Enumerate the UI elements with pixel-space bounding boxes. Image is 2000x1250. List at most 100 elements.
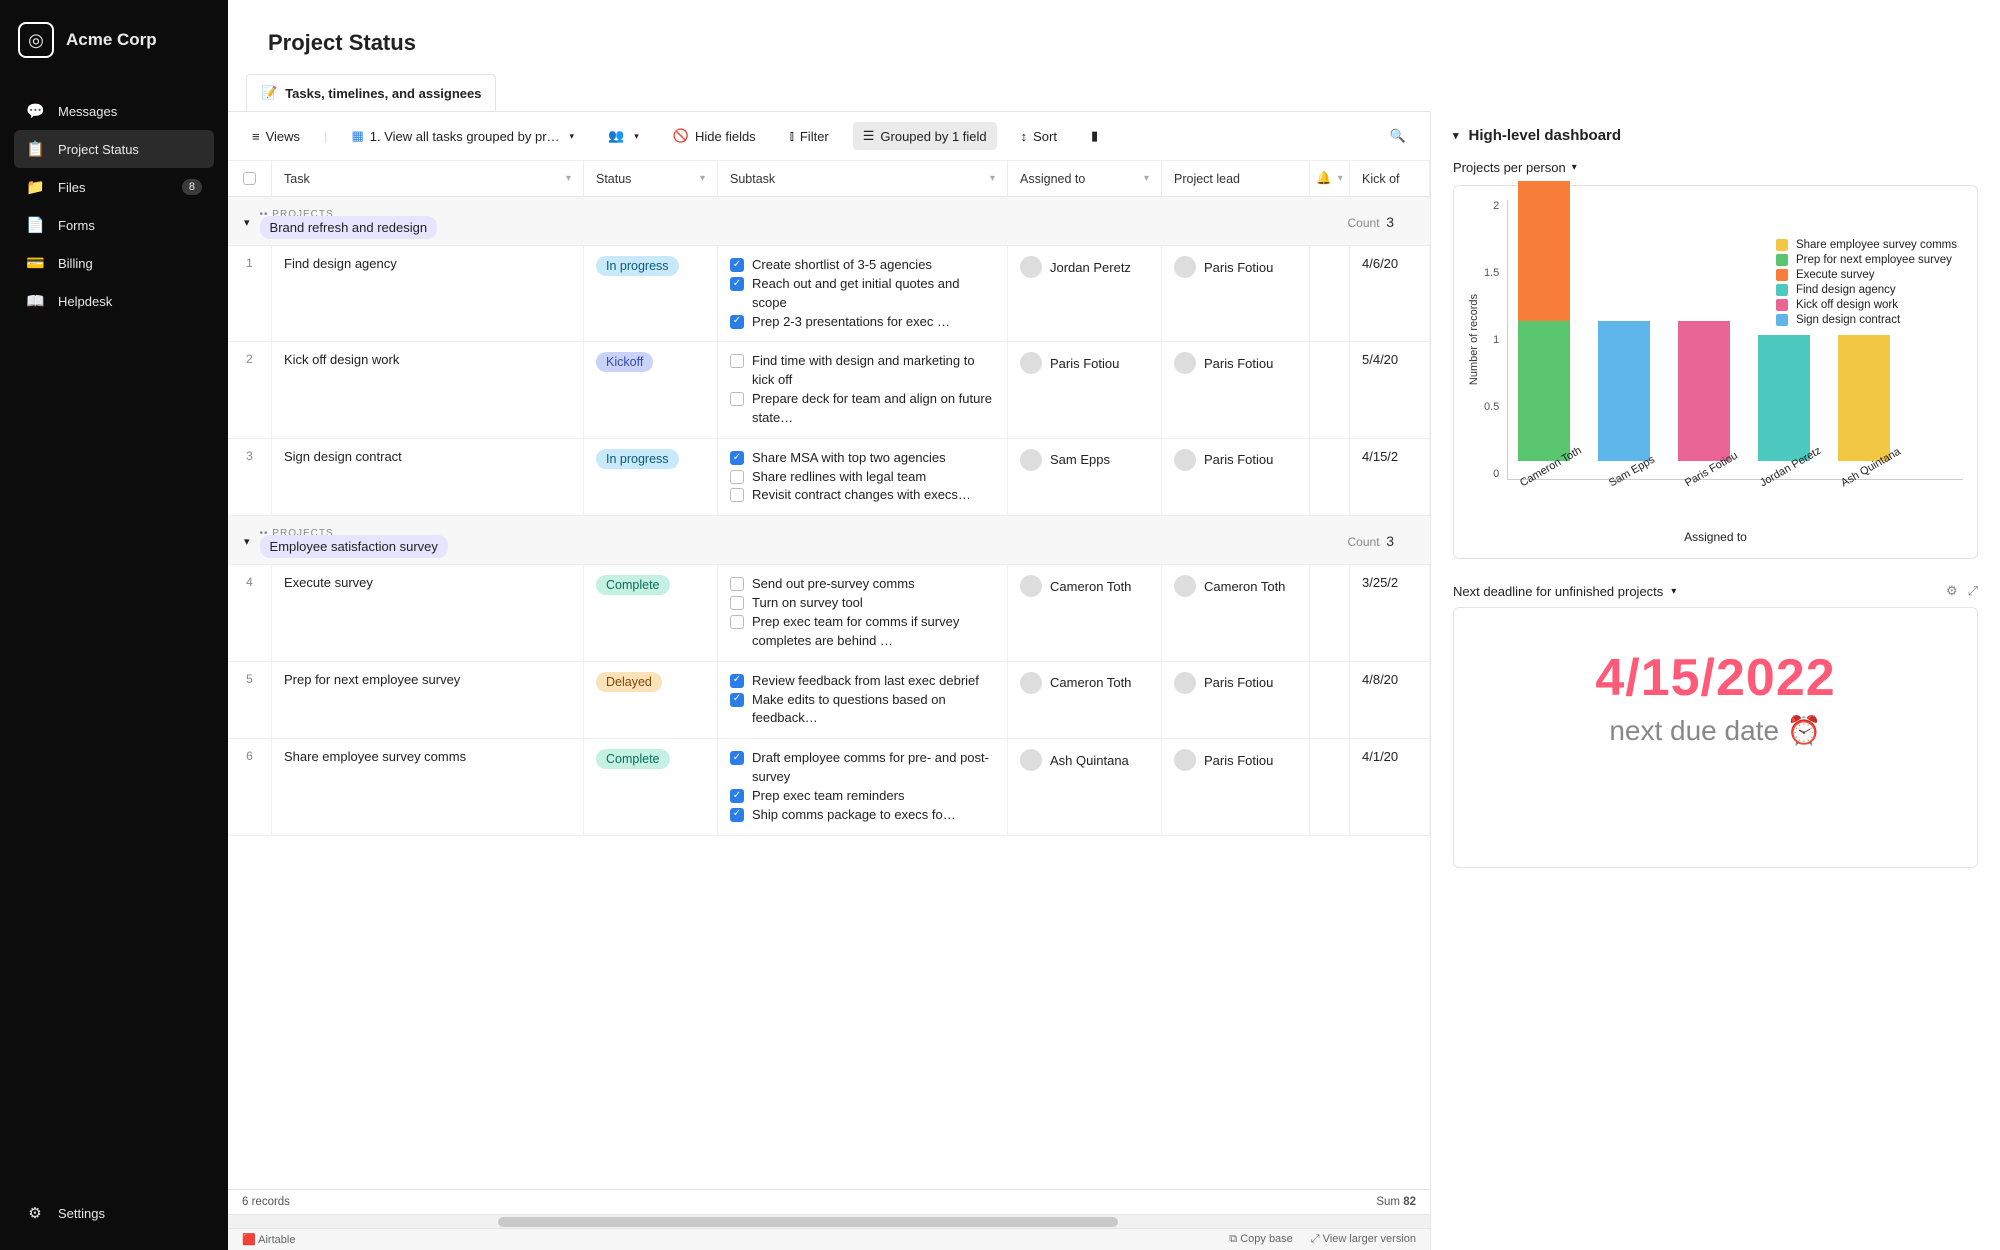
legend-item[interactable]: Execute survey [1776, 269, 1957, 281]
checkbox-icon[interactable] [730, 354, 744, 368]
checkbox-icon[interactable]: ✓ [730, 674, 744, 688]
subtask[interactable]: ✓Prep exec team reminders [730, 787, 995, 806]
assigned-cell[interactable]: Cameron Toth [1008, 662, 1162, 739]
gear-icon[interactable]: ⚙ [1946, 583, 1958, 599]
notify-cell[interactable] [1310, 342, 1350, 437]
airtable-logo[interactable]: 🟥 Airtable [242, 1233, 295, 1246]
subtask-cell[interactable]: ✓Review feedback from last exec debrief✓… [718, 662, 1008, 739]
lead-cell[interactable]: Paris Fotiou [1162, 662, 1310, 739]
column-lead[interactable]: Project lead [1162, 161, 1310, 196]
checkbox-icon[interactable]: ✓ [730, 451, 744, 465]
subtask[interactable]: ✓Reach out and get initial quotes and sc… [730, 275, 995, 313]
task-cell[interactable]: Find design agency [272, 246, 584, 341]
subtask-cell[interactable]: Find time with design and marketing to k… [718, 342, 1008, 437]
notify-cell[interactable] [1310, 662, 1350, 739]
status-cell[interactable]: Kickoff [584, 342, 718, 437]
date-cell[interactable]: 3/25/2 [1350, 565, 1430, 660]
column-assigned[interactable]: Assigned to▾ [1008, 161, 1162, 196]
collapse-icon[interactable]: ▾ [244, 216, 250, 229]
checkbox-icon[interactable] [730, 577, 744, 591]
column-notify[interactable]: 🔔▾ [1310, 161, 1350, 196]
subtask[interactable]: Prep exec team for comms if survey compl… [730, 613, 995, 651]
date-cell[interactable]: 5/4/20 [1350, 342, 1430, 437]
checkbox-icon[interactable] [730, 596, 744, 610]
checkbox-icon[interactable]: ✓ [730, 808, 744, 822]
settings-nav[interactable]: ⚙ Settings [14, 1194, 214, 1232]
grouped-by-button[interactable]: ☰Grouped by 1 field [853, 122, 997, 150]
people-button[interactable]: 👥▾ [598, 122, 649, 150]
table-row[interactable]: 1 Find design agency In progress ✓Create… [228, 246, 1430, 342]
status-cell[interactable]: Complete [584, 739, 718, 834]
table-row[interactable]: 2 Kick off design work Kickoff Find time… [228, 342, 1430, 438]
subtask[interactable]: Share redlines with legal team [730, 468, 995, 487]
legend-item[interactable]: Prep for next employee survey [1776, 254, 1957, 266]
notify-cell[interactable] [1310, 246, 1350, 341]
subtab-tasks[interactable]: 📝 Tasks, timelines, and assignees [246, 74, 496, 111]
assigned-cell[interactable]: Sam Epps [1008, 439, 1162, 516]
subtask[interactable]: Turn on survey tool [730, 594, 995, 613]
checkbox-icon[interactable]: ✓ [730, 751, 744, 765]
deadline-title[interactable]: Next deadline for unfinished projects [1453, 584, 1663, 599]
nav-item-helpdesk[interactable]: 📖Helpdesk [14, 282, 214, 320]
enlarge-button[interactable]: ⤢ View larger version [1311, 1233, 1416, 1246]
subtask[interactable]: ✓Review feedback from last exec debrief [730, 672, 995, 691]
status-cell[interactable]: Complete [584, 565, 718, 660]
row-number[interactable]: 6 [228, 739, 272, 834]
checkbox-icon[interactable]: ✓ [730, 277, 744, 291]
table-row[interactable]: 4 Execute survey Complete Send out pre-s… [228, 565, 1430, 661]
subtask[interactable]: Send out pre-survey comms [730, 575, 995, 594]
table-row[interactable]: 5 Prep for next employee survey Delayed … [228, 662, 1430, 740]
collapse-icon[interactable]: ▾ [244, 535, 250, 548]
color-button[interactable]: ▮ [1081, 122, 1108, 150]
subtask-cell[interactable]: ✓Share MSA with top two agenciesShare re… [718, 439, 1008, 516]
checkbox-icon[interactable] [730, 470, 744, 484]
column-task[interactable]: Task▾ [272, 161, 584, 196]
subtask[interactable]: ✓Draft employee comms for pre- and post-… [730, 749, 995, 787]
legend-item[interactable]: Kick off design work [1776, 299, 1957, 311]
row-number[interactable]: 5 [228, 662, 272, 739]
subtask[interactable]: Revisit contract changes with execs… [730, 486, 995, 505]
assigned-cell[interactable]: Cameron Toth [1008, 565, 1162, 660]
horizontal-scrollbar[interactable] [228, 1214, 1430, 1228]
brand[interactable]: ◎ Acme Corp [14, 18, 214, 62]
assigned-cell[interactable]: Ash Quintana [1008, 739, 1162, 834]
assigned-cell[interactable]: Paris Fotiou [1008, 342, 1162, 437]
notify-cell[interactable] [1310, 439, 1350, 516]
subtask-cell[interactable]: ✓Create shortlist of 3-5 agencies✓Reach … [718, 246, 1008, 341]
date-cell[interactable]: 4/15/2 [1350, 439, 1430, 516]
task-cell[interactable]: Prep for next employee survey [272, 662, 584, 739]
status-cell[interactable]: In progress [584, 246, 718, 341]
task-cell[interactable]: Sign design contract [272, 439, 584, 516]
view-selector[interactable]: ▦1. View all tasks grouped by pr…▾ [341, 122, 584, 150]
assigned-cell[interactable]: Jordan Peretz [1008, 246, 1162, 341]
lead-cell[interactable]: Cameron Toth [1162, 565, 1310, 660]
checkbox-icon[interactable]: ✓ [730, 315, 744, 329]
table-row[interactable]: 6 Share employee survey comms Complete ✓… [228, 739, 1430, 835]
row-number[interactable]: 2 [228, 342, 272, 437]
subtask[interactable]: Prepare deck for team and align on futur… [730, 390, 995, 428]
subtask[interactable]: ✓Share MSA with top two agencies [730, 449, 995, 468]
task-cell[interactable]: Execute survey [272, 565, 584, 660]
date-cell[interactable]: 4/8/20 [1350, 662, 1430, 739]
date-cell[interactable]: 4/6/20 [1350, 246, 1430, 341]
search-button[interactable]: 🔍 [1380, 122, 1416, 150]
status-cell[interactable]: Delayed [584, 662, 718, 739]
column-kickoff[interactable]: Kick of [1350, 161, 1430, 196]
select-all-checkbox[interactable] [228, 161, 272, 196]
task-cell[interactable]: Share employee survey comms [272, 739, 584, 834]
nav-item-billing[interactable]: 💳Billing [14, 244, 214, 282]
date-cell[interactable]: 4/1/20 [1350, 739, 1430, 834]
grid-body[interactable]: ▾ •• PROJECTS Brand refresh and redesign… [228, 197, 1430, 1189]
filter-button[interactable]: ⫾Filter [780, 122, 839, 150]
nav-item-project-status[interactable]: 📋Project Status [14, 130, 214, 168]
status-cell[interactable]: In progress [584, 439, 718, 516]
subtask-cell[interactable]: ✓Draft employee comms for pre- and post-… [718, 739, 1008, 834]
checkbox-icon[interactable]: ✓ [730, 693, 744, 707]
legend-item[interactable]: Find design agency [1776, 284, 1957, 296]
nav-item-messages[interactable]: 💬Messages [14, 92, 214, 130]
task-cell[interactable]: Kick off design work [272, 342, 584, 437]
copy-base-button[interactable]: ⧉ Copy base [1229, 1233, 1293, 1246]
lead-cell[interactable]: Paris Fotiou [1162, 246, 1310, 341]
notify-cell[interactable] [1310, 739, 1350, 834]
chart-title[interactable]: Projects per person ▾ [1453, 160, 1978, 175]
